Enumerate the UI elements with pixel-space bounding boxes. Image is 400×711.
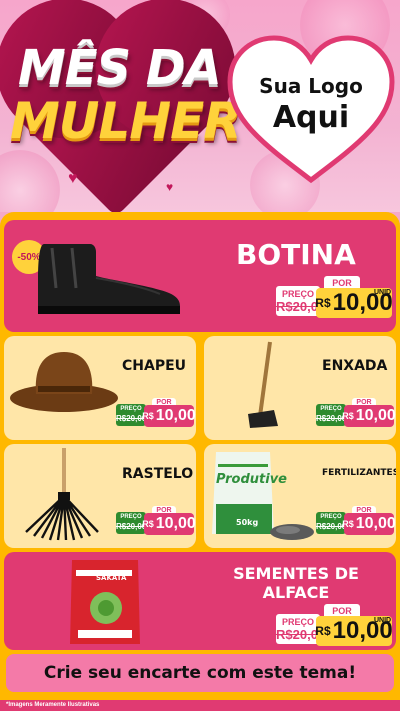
price-tag: POR PREÇO R$20,00 R$ 10,00 — [316, 506, 396, 540]
heart-icon: ♥ — [68, 170, 78, 187]
title-line-1: MÊS DA — [18, 40, 222, 96]
old-price: R$20,00 — [276, 299, 326, 314]
currency-symbol: R$ — [315, 296, 331, 310]
unit-label: UNID — [374, 617, 392, 624]
product-name: RASTELO — [122, 466, 194, 482]
new-price-box: R$ 10,00 — [342, 513, 396, 535]
footer-disclaimer: *Imagens Meramente Ilustrativas — [0, 700, 400, 711]
new-price-box: R$ 10,00 — [142, 405, 196, 427]
product-card-enxada: ENXADA POR PREÇO R$20,00 R$ 10,00 — [204, 336, 396, 440]
new-price: 10,00 — [155, 515, 196, 532]
product-card-botina: -50% BOTINA POR PREÇO R$20,00 R$ 10,00 U… — [4, 220, 396, 332]
new-price-box: R$ 10,00 — [342, 405, 396, 427]
fertilizer-bag-icon — [212, 452, 314, 540]
logo-placeholder: Sua Logo Aqui — [226, 34, 396, 184]
new-price: 10,00 — [155, 407, 196, 424]
price-tag: POR PREÇO R$20,00 R$ 10,00 — [116, 506, 196, 540]
old-price: R$20,00 — [276, 627, 326, 642]
price-tag: POR PREÇO R$20,00 R$ 10,00 — [116, 398, 196, 432]
heart-icon: ♥ — [166, 180, 174, 194]
seed-packet-icon — [70, 560, 140, 644]
title-graphic: MÊS DA MULHER ♥ ♥ — [6, 19, 242, 212]
currency-symbol: R$ — [342, 411, 354, 421]
old-price-box: PREÇO R$20,00 — [276, 286, 326, 316]
product-name: SEMENTES DE ALFACE — [233, 564, 359, 602]
package-brand: Produtive — [216, 472, 287, 487]
unit-label: UNID — [374, 289, 392, 296]
header-banner: MÊS DA MULHER ♥ ♥ Sua Logo Aqui — [0, 0, 400, 212]
hat-icon — [10, 352, 118, 412]
product-name: CHAPEU — [122, 358, 187, 374]
package-weight: 50kg — [236, 518, 259, 527]
new-price-box: R$ 10,00 — [142, 513, 196, 535]
hoe-icon — [248, 341, 278, 428]
currency-symbol: R$ — [142, 519, 154, 529]
old-price-label: PREÇO — [281, 289, 314, 299]
old-price-label: PREÇO — [281, 617, 314, 627]
package-brand: SAKATA — [96, 574, 127, 582]
old-price-box: PREÇO R$20,00 — [276, 614, 326, 644]
new-price: 10,00 — [355, 407, 396, 424]
new-price: 10,00 — [355, 515, 396, 532]
product-card-chapeu: CHAPEU POR PREÇO R$20,00 R$ 10,00 — [4, 336, 196, 440]
logo-text-line-1: Sua Logo — [259, 74, 363, 98]
currency-symbol: R$ — [142, 411, 154, 421]
cta-banner[interactable]: Crie seu encarte com este tema! — [6, 654, 394, 692]
price-tag: POR PREÇO R$20,00 R$ 10,00 UNID — [276, 276, 393, 330]
product-card-rastelo: RASTELO POR PREÇO R$20,00 R$ 10,00 — [4, 444, 196, 548]
logo-text-line-2: Aqui — [272, 100, 350, 135]
product-card-sementes: SAKATA SEMENTES DE ALFACE POR PREÇO R$20… — [4, 552, 396, 650]
product-name: BOTINA — [236, 238, 356, 271]
price-tag: POR PREÇO R$20,00 R$ 10,00 — [316, 398, 396, 432]
product-card-fertilizantes: Produtive 50kg FERTILIZANTES POR PREÇO R… — [204, 444, 396, 548]
product-name: ENXADA — [322, 358, 388, 374]
price-tag: POR PREÇO R$20,00 R$ 10,00 UNID — [276, 604, 393, 650]
currency-symbol: R$ — [342, 519, 354, 529]
product-name: FERTILIZANTES — [322, 468, 396, 478]
title-line-2: MULHER — [10, 92, 242, 150]
offers-board: -50% BOTINA POR PREÇO R$20,00 R$ 10,00 U… — [0, 212, 400, 700]
rake-icon — [25, 448, 99, 541]
currency-symbol: R$ — [315, 624, 331, 638]
boot-icon — [38, 244, 180, 314]
